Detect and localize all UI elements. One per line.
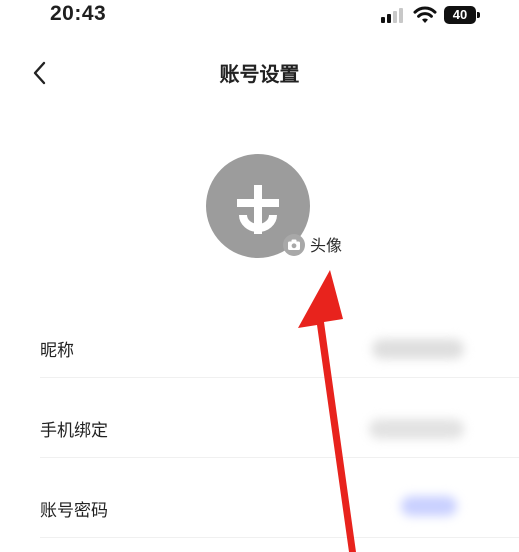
battery-icon: 40 [444, 6, 480, 24]
wifi-icon [413, 6, 437, 23]
settings-row-nickname[interactable]: 昵称 [0, 306, 519, 386]
phone-binding-label: 手机绑定 [40, 421, 108, 441]
status-time: 20:43 [50, 2, 107, 25]
camera-icon [283, 234, 305, 256]
password-action-link[interactable] [401, 496, 457, 516]
nickname-label: 昵称 [40, 341, 74, 361]
signal-icon [381, 8, 405, 23]
settings-row-phone[interactable]: 手机绑定 [0, 386, 519, 466]
password-label: 账号密码 [40, 501, 108, 521]
page-title: 账号设置 [219, 62, 300, 86]
phone-value [369, 419, 464, 439]
battery-level: 40 [444, 6, 476, 24]
divider [40, 457, 519, 458]
avatar-label: 头像 [310, 236, 343, 255]
nickname-value [372, 339, 464, 359]
divider [40, 537, 519, 538]
status-bar: 20:43 40 [0, 0, 519, 34]
settings-row-password[interactable]: 账号密码 [0, 466, 519, 546]
divider [40, 377, 519, 378]
